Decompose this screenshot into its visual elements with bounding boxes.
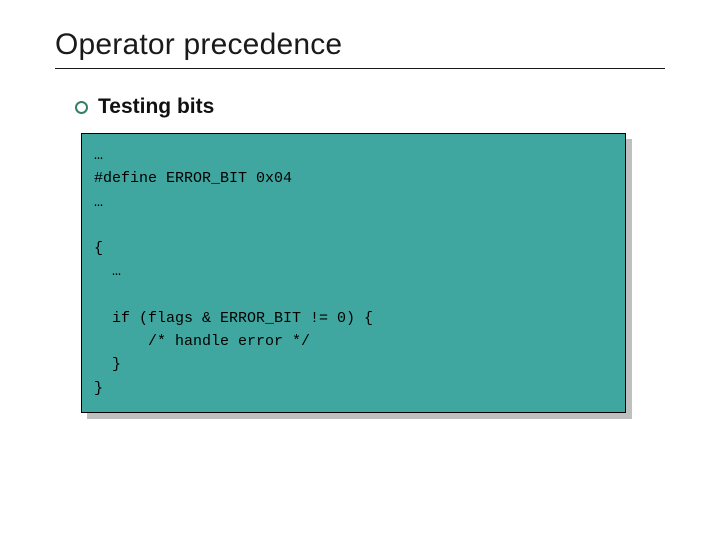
code-box-container: … #define ERROR_BIT 0x04 … { … if (flags… [81, 133, 626, 413]
slide-body: Testing bits … #define ERROR_BIT 0x04 … … [75, 95, 665, 413]
circle-bullet-icon [75, 101, 88, 114]
title-area: Operator precedence [55, 28, 665, 69]
bullet-item: Testing bits [75, 95, 665, 119]
bullet-text: Testing bits [98, 95, 214, 119]
slide-title: Operator precedence [55, 28, 665, 62]
slide: Operator precedence Testing bits … #defi… [0, 0, 720, 540]
title-underline [55, 68, 665, 69]
code-box: … #define ERROR_BIT 0x04 … { … if (flags… [81, 133, 626, 413]
